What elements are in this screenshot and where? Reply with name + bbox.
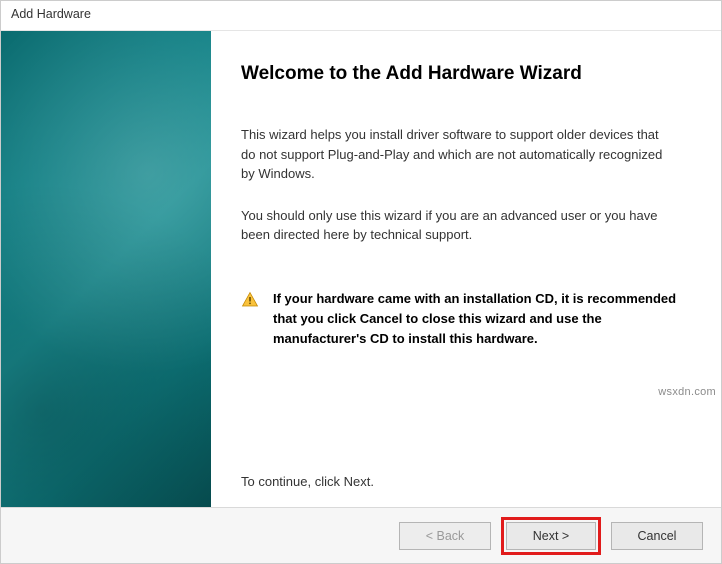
- next-button-highlight: Next >: [501, 517, 601, 555]
- add-hardware-wizard-window: Add Hardware Welcome to the Add Hardware…: [0, 0, 722, 564]
- next-button[interactable]: Next >: [506, 522, 596, 550]
- description-paragraph-1: This wizard helps you install driver sof…: [241, 125, 671, 184]
- window-title: Add Hardware: [11, 7, 91, 21]
- wizard-body: Welcome to the Add Hardware Wizard This …: [1, 31, 721, 507]
- warning-icon: [241, 291, 259, 309]
- description-paragraph-2: You should only use this wizard if you a…: [241, 206, 671, 245]
- warning-text: If your hardware came with an installati…: [273, 289, 681, 349]
- continue-instruction: To continue, click Next.: [241, 474, 691, 489]
- wizard-footer: < Back Next > Cancel: [1, 507, 721, 563]
- page-title: Welcome to the Add Hardware Wizard: [241, 63, 691, 85]
- back-button: < Back: [399, 522, 491, 550]
- wizard-content: Welcome to the Add Hardware Wizard This …: [211, 31, 721, 507]
- wizard-side-graphic: [1, 31, 211, 507]
- cancel-button[interactable]: Cancel: [611, 522, 703, 550]
- titlebar: Add Hardware: [1, 1, 721, 31]
- warning-block: If your hardware came with an installati…: [241, 289, 681, 349]
